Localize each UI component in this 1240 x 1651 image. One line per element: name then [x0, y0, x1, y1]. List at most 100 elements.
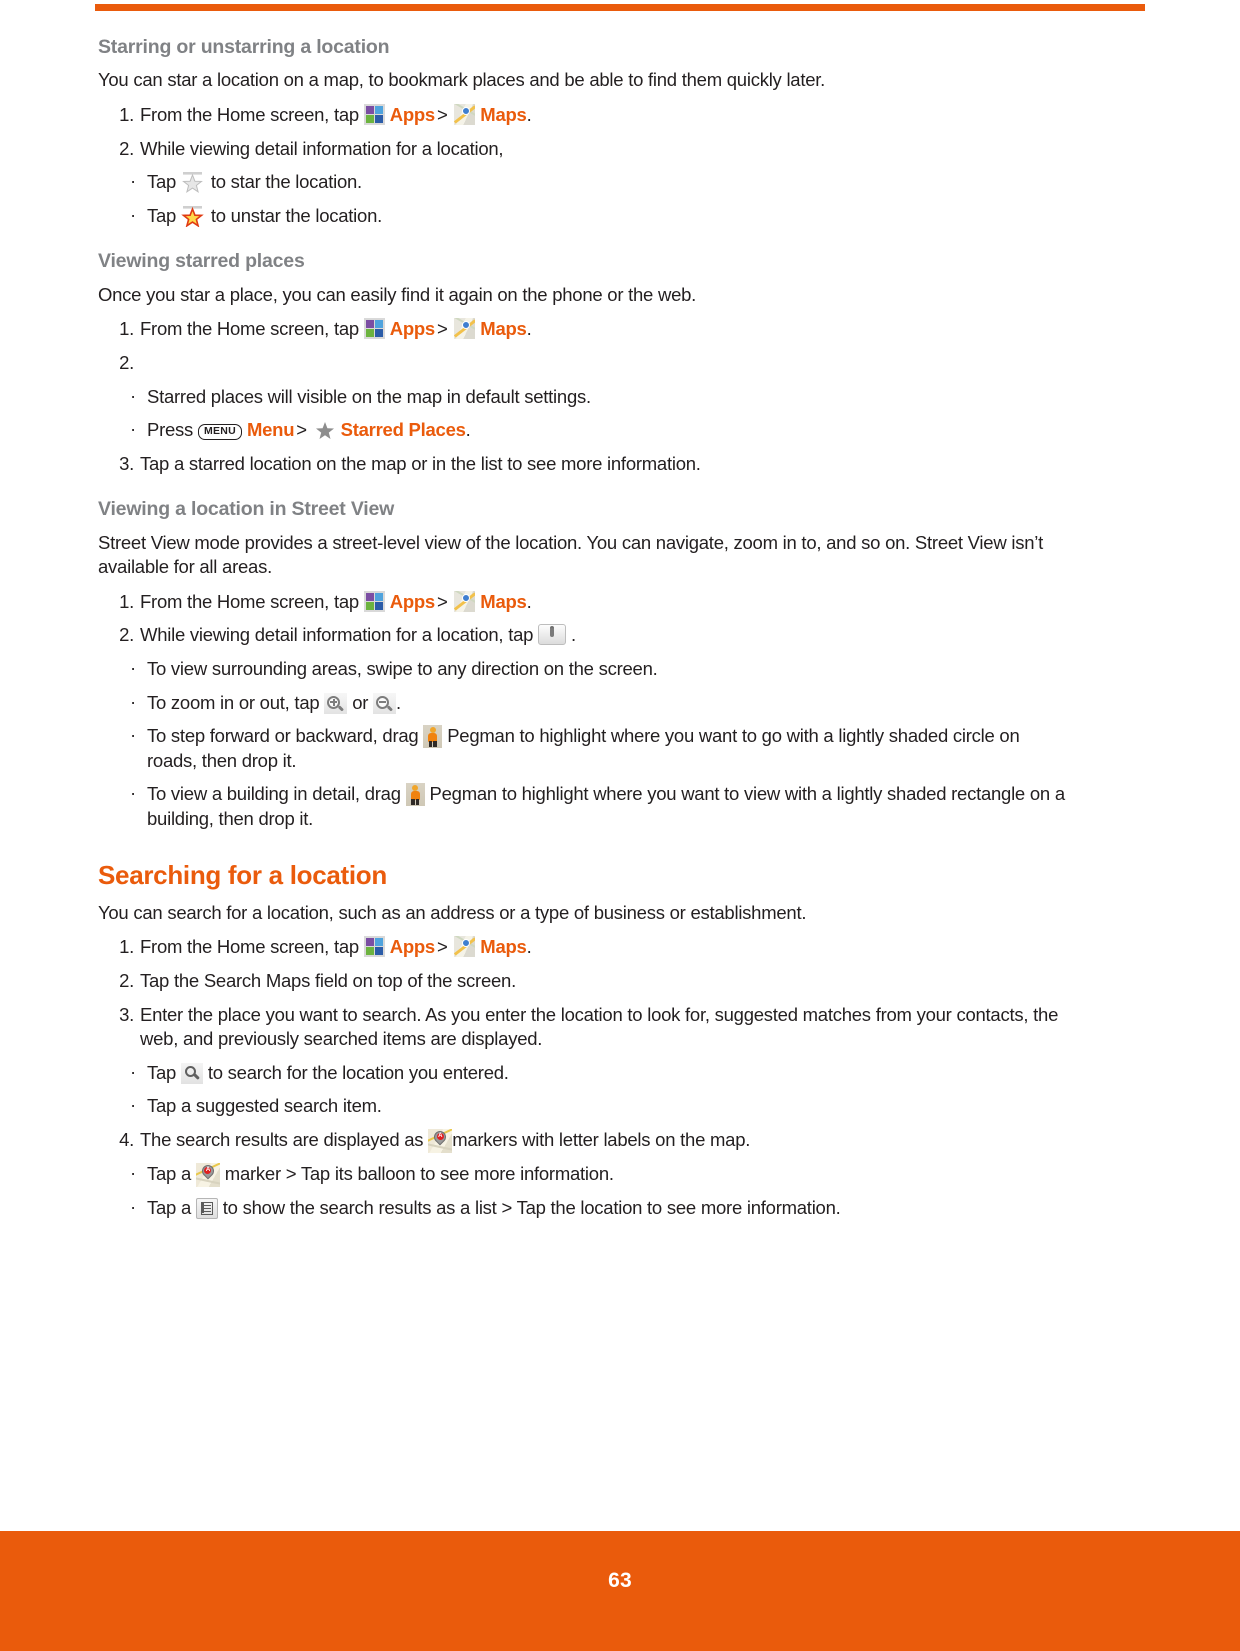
bullet-text: Tap to unstar the location. — [147, 204, 1073, 229]
maps-icon[interactable] — [454, 936, 476, 958]
pegman-icon[interactable] — [423, 725, 443, 749]
bullet-dot: · — [130, 203, 136, 225]
bullet-text-tail: to search for the location you entered. — [207, 1061, 509, 1083]
bullet-text: To step forward or backward, drag Pegman… — [147, 724, 1073, 773]
maps-label[interactable]: Maps — [480, 318, 527, 339]
apps-grid-icon[interactable] — [363, 318, 385, 340]
step-item: 2. While viewing detail information for … — [98, 623, 1073, 648]
apps-grid-icon[interactable] — [363, 936, 385, 958]
step-text: From the Home screen, tap Apps > Maps. — [140, 317, 1073, 342]
step-text: Tap the Search Maps field on top of the … — [140, 970, 516, 992]
star-grey-icon[interactable] — [314, 421, 336, 440]
page-number: 63 — [608, 1569, 632, 1592]
bullet-dot: · — [130, 1161, 136, 1183]
apps-label[interactable]: Apps — [390, 104, 436, 125]
map-marker-a-icon[interactable]: A — [428, 1128, 453, 1153]
map-marker-a-icon[interactable]: A — [195, 1162, 220, 1187]
star-outline-icon[interactable] — [181, 172, 206, 194]
step-number: 3. — [119, 1003, 134, 1025]
step-text-lead: While viewing detail information for a l… — [140, 624, 534, 646]
zoom-in-icon[interactable] — [324, 692, 348, 714]
bullet-text-tail: marker > Tap its balloon to see more inf… — [224, 1162, 614, 1184]
maps-label[interactable]: Maps — [480, 591, 527, 612]
step-number: 2. — [119, 351, 134, 373]
bullet-text-or: or — [352, 691, 369, 713]
step-number: 4. — [119, 1128, 134, 1150]
bullet-dot: · — [130, 724, 136, 746]
step-item: 1. From the Home screen, tap Apps > Maps. — [98, 590, 1073, 615]
maps-label[interactable]: Maps — [480, 104, 527, 125]
bullet-text-lead: To zoom in or out, tap — [147, 691, 320, 713]
step-item: 1. From the Home screen, tap Apps > Maps. — [98, 103, 1073, 128]
step-item: 2. Tap the Search Maps field on top of t… — [98, 969, 1073, 994]
pegman-icon[interactable] — [405, 783, 425, 807]
list-item: · To step forward or backward, drag Pegm… — [98, 724, 1073, 773]
page-top-rule — [95, 4, 1145, 11]
list-item: · Press MENU Menu > Starred Places. — [98, 418, 1073, 443]
list-view-icon[interactable] — [195, 1197, 218, 1219]
starred-places-label[interactable]: Starred Places — [341, 419, 466, 440]
step-item: 3. Enter the place you want to search. A… — [98, 1003, 1073, 1052]
separator-gt: > — [436, 590, 448, 612]
manual-page: Starring or unstarring a location You ca… — [0, 0, 1240, 1651]
star-filled-icon[interactable] — [181, 205, 206, 227]
list-item: · Tap a to show the search results as a … — [98, 1196, 1073, 1221]
step-text-tail: markers with letter labels on the map. — [452, 1128, 751, 1150]
bullet-text-lead: Tap — [147, 204, 177, 226]
step-text-lead: The search results are displayed as — [140, 1128, 424, 1150]
bullet-text: Tap a A marker > Tap its balloon to see … — [147, 1162, 1073, 1187]
apps-label[interactable]: Apps — [390, 318, 436, 339]
bullet-text-tail: to show the search results as a list > T… — [222, 1196, 841, 1218]
list-item: · To view surrounding areas, swipe to an… — [98, 657, 1073, 682]
bullet-dot: · — [130, 782, 136, 804]
page-content: Starring or unstarring a location You ca… — [98, 36, 1073, 1230]
bullet-dot: · — [130, 1060, 136, 1082]
bullet-text-tail: to star the location. — [210, 171, 362, 193]
bullet-text: Tap a to show the search results as a li… — [147, 1196, 1073, 1221]
step-text-end: . — [526, 590, 532, 612]
step-text — [140, 351, 1073, 376]
step-text-end: . — [526, 103, 532, 125]
separator-gt: > — [296, 419, 307, 441]
maps-icon[interactable] — [454, 590, 476, 612]
maps-icon[interactable] — [454, 103, 476, 125]
step-text-end: . — [526, 936, 532, 958]
maps-icon[interactable] — [454, 318, 476, 340]
bullet-dot: · — [130, 690, 136, 712]
step-text: Tap a starred location on the map or in … — [140, 452, 701, 474]
section-intro-street-view: Street View mode provides a street-level… — [98, 531, 1043, 578]
bullet-text: To view a building in detail, drag Pegma… — [147, 782, 1073, 831]
zoom-out-icon[interactable] — [373, 692, 397, 714]
step-number: 1. — [119, 590, 134, 612]
bullet-dot: · — [130, 170, 136, 192]
street-view-button-icon[interactable] — [538, 624, 567, 646]
list-item: · Tap to unstar the location. — [98, 204, 1073, 229]
apps-grid-icon[interactable] — [363, 590, 385, 612]
bullet-text: Tap to search for the location you enter… — [147, 1061, 1073, 1086]
step-number: 1. — [119, 936, 134, 958]
list-item: · Tap to search for the location you ent… — [98, 1061, 1073, 1086]
apps-grid-icon[interactable] — [363, 103, 385, 125]
step-item: 2. While viewing detail information for … — [98, 137, 1073, 162]
list-item: · Tap a A marker > Tap its balloon to se… — [98, 1162, 1073, 1187]
bullet-dot: · — [130, 418, 136, 440]
search-icon[interactable] — [180, 1062, 203, 1084]
menu-key-icon[interactable]: MENU — [197, 424, 243, 440]
bullet-text-lead: Tap a — [147, 1196, 192, 1218]
bullet-dot: · — [130, 384, 136, 406]
section-intro-searching: You can search for a location, such as a… — [98, 901, 807, 923]
maps-label[interactable]: Maps — [480, 936, 527, 957]
apps-label[interactable]: Apps — [390, 591, 436, 612]
menu-label[interactable]: Menu — [247, 419, 295, 440]
step-item: 1. From the Home screen, tap Apps > Maps. — [98, 317, 1073, 342]
step-item: 4. The search results are displayed as A… — [98, 1128, 1073, 1153]
bullet-text-lead: Tap a — [147, 1162, 192, 1184]
list-item: · To zoom in or out, tap or . — [98, 691, 1073, 716]
step-text-lead: From the Home screen, tap — [140, 590, 359, 612]
section-heading-searching: Searching for a location — [98, 859, 387, 890]
apps-label[interactable]: Apps — [390, 936, 436, 957]
section-heading-starring: Starring or unstarring a location — [98, 36, 390, 58]
step-number: 2. — [119, 137, 134, 159]
step-text: While viewing detail information for a l… — [140, 623, 1073, 648]
bullet-text: To zoom in or out, tap or . — [147, 691, 1073, 716]
